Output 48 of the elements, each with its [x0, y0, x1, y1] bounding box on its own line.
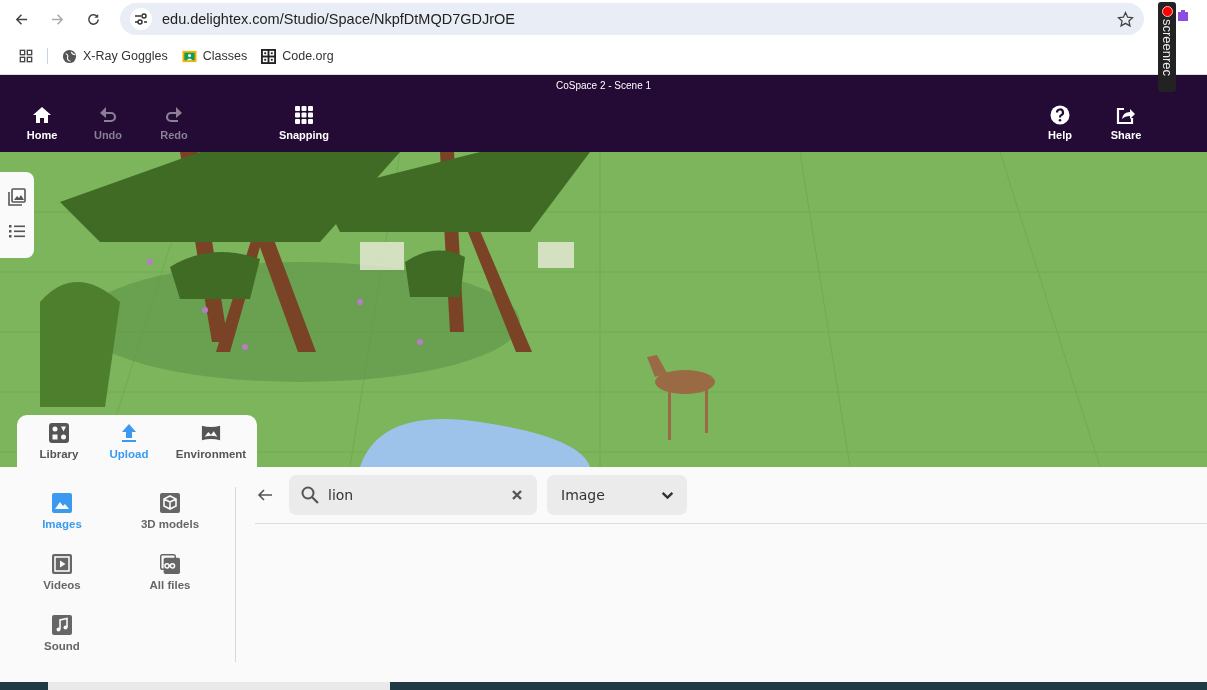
- toolbar-button[interactable]: Share: [1093, 105, 1159, 141]
- apps-grid-icon[interactable]: [19, 49, 33, 63]
- music-note-icon: [52, 615, 72, 635]
- gallery-icon[interactable]: [8, 188, 26, 206]
- reload-icon[interactable]: [86, 11, 101, 27]
- list-icon[interactable]: [8, 222, 26, 240]
- image-icon: [52, 493, 72, 513]
- search-field[interactable]: lion: [289, 475, 537, 515]
- redo-icon: [164, 105, 184, 125]
- globe-icon: [62, 48, 77, 64]
- bookmark-link[interactable]: Code.org: [261, 48, 334, 64]
- toolbar-button[interactable]: Home: [9, 105, 75, 141]
- toolbar-button[interactable]: Snapping: [272, 105, 336, 141]
- scene-title: CoSpace 2 - Scene 1: [554, 80, 653, 91]
- recorder-badge[interactable]: screenrec: [1158, 2, 1176, 92]
- clear-icon[interactable]: [511, 489, 523, 501]
- address-bar[interactable]: edu.delightex.com/Studio/Space/NkpfDtMQD7GDJrOE: [120, 3, 1144, 35]
- share-icon: [1116, 105, 1136, 125]
- chevron-down-icon: [661, 490, 674, 500]
- video-icon: [52, 554, 72, 574]
- bookmark-link[interactable]: X-Ray Goggles: [62, 48, 168, 64]
- toolbar-button[interactable]: Help: [1027, 105, 1093, 141]
- code-grid-icon: [261, 48, 277, 64]
- panel-tab[interactable]: Library: [23, 415, 95, 467]
- grid-icon: [294, 105, 314, 125]
- cube-icon: [160, 493, 180, 513]
- bookmark-link[interactable]: Classes: [181, 48, 248, 64]
- undo-icon: [98, 105, 118, 125]
- panel-tab[interactable]: Environment: [163, 415, 259, 467]
- category-item[interactable]: Videos: [8, 554, 116, 615]
- type-dropdown[interactable]: Image: [547, 475, 687, 515]
- site-settings-icon[interactable]: [130, 8, 152, 30]
- classroom-icon: [181, 48, 197, 64]
- recorder-label: screenrec: [1159, 19, 1175, 77]
- shapes-icon: [49, 422, 69, 443]
- infinity-files-icon: [160, 554, 180, 574]
- url-text: edu.delightex.com/Studio/Space/NkpfDtMQD7GDJrOE: [162, 11, 516, 27]
- extension-icon[interactable]: [1177, 10, 1189, 22]
- help-icon: [1050, 105, 1070, 125]
- search-icon: [301, 486, 319, 504]
- star-icon[interactable]: [1117, 10, 1134, 28]
- home-icon: [32, 105, 52, 125]
- back-arrow-icon[interactable]: [257, 487, 273, 503]
- category-item[interactable]: 3D models: [116, 493, 224, 554]
- upload-icon: [119, 422, 139, 443]
- category-item[interactable]: All files: [116, 554, 224, 615]
- category-item[interactable]: Sound: [8, 615, 116, 676]
- record-icon: [1161, 6, 1173, 17]
